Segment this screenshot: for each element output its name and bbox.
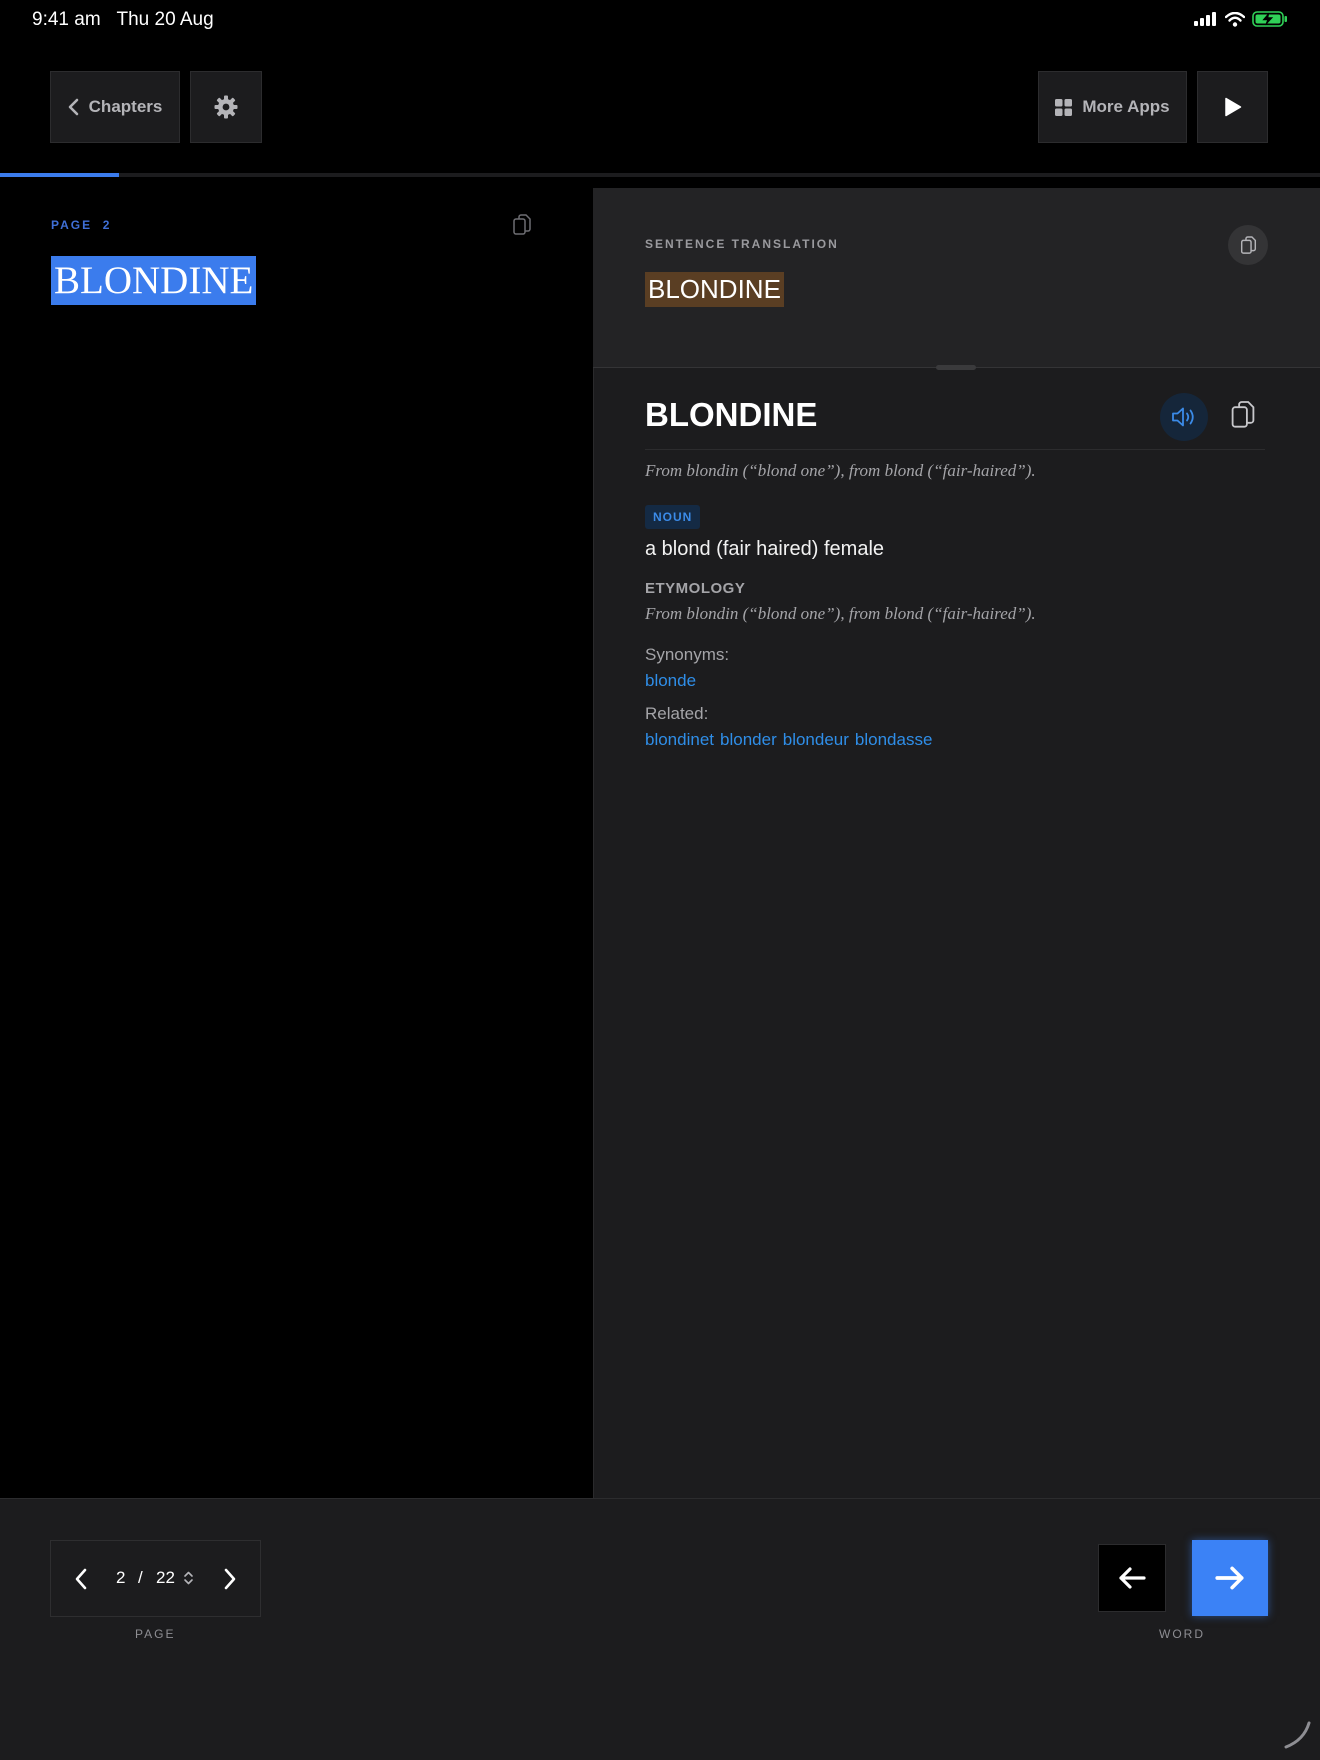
arrow-left-icon <box>1119 1567 1146 1589</box>
apps-grid-icon <box>1055 98 1073 116</box>
status-indicators <box>1194 11 1288 27</box>
etymology-text: From blondin (“blond one”), from blond (… <box>645 604 1036 623</box>
speaker-icon <box>1172 407 1194 427</box>
chevron-left-icon <box>68 98 78 116</box>
related-link[interactable]: blonder <box>720 730 777 750</box>
dictionary-copy-button[interactable] <box>1230 400 1256 435</box>
word-caption: WORD <box>1159 1627 1205 1641</box>
copy-icon <box>1231 401 1255 428</box>
page-separator: / <box>138 1568 143 1587</box>
previous-word-button[interactable] <box>1098 1544 1166 1612</box>
related-link[interactable]: blondasse <box>855 730 933 750</box>
copy-icon <box>513 214 531 235</box>
reading-progress-fill <box>0 173 119 177</box>
translation-text: BLONDINE <box>645 272 784 307</box>
clock-date: Thu 20 Aug <box>116 9 214 30</box>
status-time: 9:41 am Thu 20 Aug <box>32 9 214 31</box>
related-link[interactable]: blondinet <box>645 730 714 750</box>
resize-handle[interactable] <box>936 365 976 370</box>
page-current[interactable]: 2 <box>116 1568 125 1588</box>
translation-label: SENTENCE TRANSLATION <box>645 237 839 251</box>
page-stepper[interactable] <box>183 1570 194 1591</box>
page-total: 22 <box>156 1568 175 1587</box>
related-label: Related: <box>645 704 709 723</box>
definition-text: a blond (fair haired) female <box>645 538 885 560</box>
clock-time: 9:41 am <box>32 9 101 30</box>
settings-button[interactable] <box>190 71 262 143</box>
arrow-right-icon <box>1215 1566 1244 1590</box>
synonym-link[interactable]: blonde <box>645 671 696 691</box>
chevron-right-icon <box>224 1568 236 1590</box>
chevron-left-icon <box>75 1568 87 1590</box>
chapters-button[interactable]: Chapters <box>50 71 180 143</box>
bottom-bar <box>0 1498 1320 1760</box>
part-of-speech-badge: NOUN <box>645 505 701 529</box>
etymology-heading: ETYMOLOGY <box>645 580 746 597</box>
translation-copy-button[interactable] <box>1228 225 1268 265</box>
copy-icon <box>1240 235 1256 254</box>
page-label-number: 2 <box>102 218 112 232</box>
more-apps-button[interactable]: More Apps <box>1038 71 1187 143</box>
chapters-label: Chapters <box>88 97 163 116</box>
next-word-button[interactable] <box>1192 1540 1268 1616</box>
synonyms-label: Synonyms: <box>645 645 730 664</box>
page-label-text: PAGE <box>51 218 93 232</box>
page-label: PAGE 2 <box>51 218 111 232</box>
previous-page-button[interactable] <box>66 1562 96 1596</box>
dictionary-pane <box>593 188 1320 1498</box>
divider <box>645 449 1265 450</box>
play-button[interactable] <box>1197 71 1268 143</box>
reading-progress-track <box>0 173 1320 177</box>
gear-icon <box>214 95 238 119</box>
related-list: blondinet blonder blondeur blondasse <box>645 730 932 750</box>
related-link[interactable]: blondeur <box>783 730 849 750</box>
battery-charging-icon <box>1252 11 1287 27</box>
chevron-up-down-icon <box>184 1571 193 1585</box>
wifi-icon <box>1225 11 1245 27</box>
loading-spinner-icon <box>1284 1721 1311 1749</box>
dictionary-headword: BLONDINE <box>645 396 818 433</box>
pronounce-button[interactable] <box>1160 393 1208 441</box>
pager-caption: PAGE <box>135 1627 176 1641</box>
origin-text: From blondin (“blond one”), from blond (… <box>645 461 1036 480</box>
play-icon <box>1224 97 1241 117</box>
synonyms-list: blonde <box>645 671 696 691</box>
next-page-button[interactable] <box>215 1562 245 1596</box>
selected-word[interactable]: BLONDINE <box>51 256 257 305</box>
page-copy-button[interactable] <box>512 214 532 241</box>
page-pane <box>0 188 593 1498</box>
more-apps-label: More Apps <box>1082 97 1170 116</box>
cellular-signal-icon <box>1194 12 1216 26</box>
